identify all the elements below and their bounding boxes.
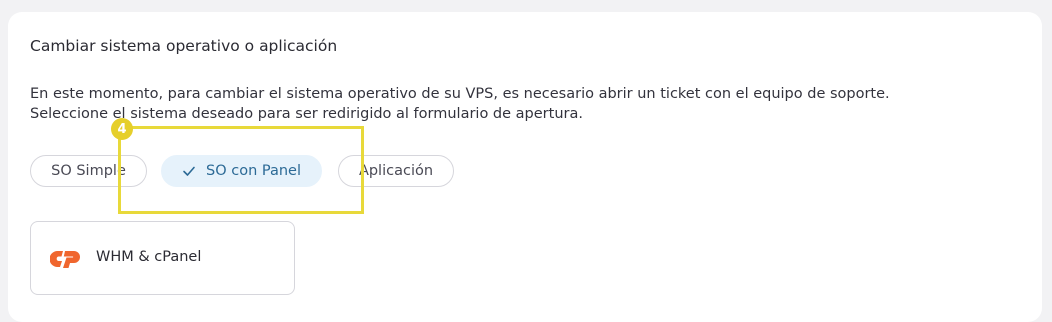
description-line-2: Seleccione el sistema deseado para ser r… <box>30 106 583 122</box>
tab-so-con-panel[interactable]: SO con Panel <box>161 155 322 187</box>
step-badge: 4 <box>111 118 133 140</box>
cpanel-logo-icon <box>50 251 80 268</box>
change-os-card: Cambiar sistema operativo o aplicación E… <box>8 12 1042 322</box>
tab-so-simple[interactable]: SO Simple <box>30 155 147 187</box>
option-whm-cpanel[interactable]: WHM & cPanel <box>30 221 295 295</box>
tab-so-con-panel-label: SO con Panel <box>206 163 301 179</box>
section-title: Cambiar sistema operativo o aplicación <box>30 37 338 55</box>
tab-so-simple-label: SO Simple <box>51 163 126 179</box>
tab-aplicacion-label: Aplicación <box>358 163 434 179</box>
description-line-1: En este momento, para cambiar el sistema… <box>30 86 890 102</box>
option-whm-cpanel-label: WHM & cPanel <box>96 249 202 265</box>
check-icon <box>183 166 195 176</box>
tab-aplicacion[interactable]: Aplicación <box>338 155 454 187</box>
section-description: En este momento, para cambiar el sistema… <box>30 84 890 124</box>
